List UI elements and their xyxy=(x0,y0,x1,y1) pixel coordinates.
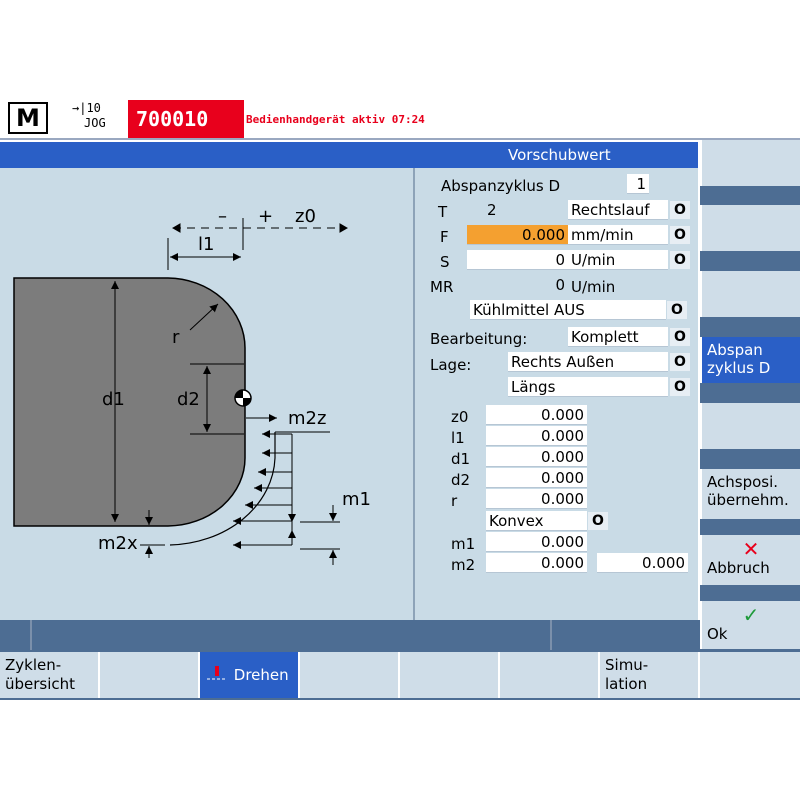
speed-unit-toggle[interactable]: O xyxy=(670,251,690,269)
f-label: F xyxy=(440,228,449,246)
coolant-field[interactable]: Kühlmittel AUS xyxy=(470,300,666,320)
machining-toggle[interactable]: O xyxy=(670,328,690,346)
mr-label: MR xyxy=(430,278,454,296)
mr-unit: U/min xyxy=(571,278,616,296)
spindle-direction-toggle[interactable]: O xyxy=(670,201,690,219)
status-message: Bedienhandgerät aktiv 07:24 xyxy=(246,113,425,126)
label-minus: – xyxy=(218,206,227,227)
feed-value-field[interactable]: 0.000 xyxy=(467,225,568,245)
vsk-3[interactable] xyxy=(700,271,800,317)
label-l1: l1 xyxy=(198,234,214,255)
cycle-number-field[interactable]: 1 xyxy=(627,174,649,194)
feed-unit-field[interactable]: mm/min xyxy=(568,225,668,245)
turning-contour-graphic: – + z0 l1 r d1 d2 m2z m1 m2x xyxy=(13,206,371,565)
shape-toggle[interactable]: O xyxy=(588,512,608,530)
s-label: S xyxy=(440,253,450,271)
label-m2x: m2x xyxy=(98,533,138,554)
m2-secondary-field[interactable]: 0.000 xyxy=(597,553,688,573)
simulation-softkey[interactable]: Simu- lation xyxy=(600,652,700,698)
mode-jog: JOG xyxy=(84,116,106,130)
m1-label: m1 xyxy=(451,535,476,553)
label-d2: d2 xyxy=(177,389,200,410)
turning-tool-icon xyxy=(205,664,229,688)
machine-logo: M xyxy=(8,102,48,134)
machining-field[interactable]: Komplett xyxy=(568,327,668,347)
hsk-4[interactable] xyxy=(300,652,400,698)
operating-mode: →|10 JOG xyxy=(72,101,106,131)
hsk-5[interactable] xyxy=(400,652,500,698)
header-divider xyxy=(0,138,800,140)
speed-unit-field[interactable]: U/min xyxy=(568,250,668,270)
m2-label: m2 xyxy=(451,556,476,574)
param-label-z0: z0 xyxy=(451,408,469,426)
position-field[interactable]: Rechts Außen xyxy=(508,352,668,372)
spindle-direction-field[interactable]: Rechtslauf xyxy=(568,200,668,220)
status-divider xyxy=(550,620,552,650)
param-label-l1: l1 xyxy=(451,429,465,447)
coolant-toggle[interactable]: O xyxy=(667,301,687,319)
param-field-r[interactable]: 0.000 xyxy=(486,489,587,509)
label-z0: z0 xyxy=(295,206,316,227)
reference-point-icon xyxy=(234,389,252,407)
abbruch-label: Abbruch xyxy=(707,559,770,577)
m2-field[interactable]: 0.000 xyxy=(486,553,587,573)
t-label: T xyxy=(438,203,448,221)
ok-label: Ok xyxy=(707,625,728,643)
status-bar xyxy=(0,620,700,650)
drehen-label: Drehen xyxy=(233,666,289,684)
label-m1: m1 xyxy=(342,489,371,510)
shape-field[interactable]: Konvex xyxy=(486,511,587,531)
param-field-z0[interactable]: 0.000 xyxy=(486,405,587,425)
infeed-arrows xyxy=(233,430,330,549)
m1-field[interactable]: 0.000 xyxy=(486,532,587,552)
dialog-title-bar: Vorschubwert xyxy=(0,142,698,168)
feed-unit-toggle[interactable]: O xyxy=(670,226,690,244)
speed-value-field[interactable]: 0 xyxy=(467,250,568,270)
direction-toggle[interactable]: O xyxy=(670,378,690,396)
position-label: Lage: xyxy=(430,356,472,374)
ok-softkey[interactable]: ✓ Ok xyxy=(700,601,800,649)
workpiece-shape xyxy=(13,277,246,527)
mr-value: 0 xyxy=(555,276,565,294)
vsk-1[interactable] xyxy=(700,140,800,186)
drehen-softkey[interactable]: Drehen xyxy=(200,652,300,698)
dialog-title: Vorschubwert xyxy=(508,146,611,164)
param-field-d2[interactable]: 0.000 xyxy=(486,468,587,488)
vsk-5[interactable] xyxy=(700,403,800,449)
label-r: r xyxy=(172,327,180,348)
position-toggle[interactable]: O xyxy=(670,353,690,371)
vsk-2[interactable] xyxy=(700,205,800,251)
label-plus: + xyxy=(258,206,273,227)
abbruch-softkey[interactable]: ✕ Abbruch xyxy=(700,535,800,585)
program-number: 700010 xyxy=(128,100,244,138)
param-field-l1[interactable]: 0.000 xyxy=(486,426,587,446)
param-field-d1[interactable]: 0.000 xyxy=(486,447,587,467)
achsposi-softkey[interactable]: Achsposi. übernehm. xyxy=(700,469,800,519)
param-label-d1: d1 xyxy=(451,450,471,468)
hsk-2[interactable] xyxy=(100,652,200,698)
hsk-6[interactable] xyxy=(500,652,600,698)
abspan-zyklus-softkey[interactable]: Abspan zyklus D xyxy=(700,337,800,383)
mode-increment: →|10 xyxy=(72,101,101,115)
label-m2z: m2z xyxy=(288,408,326,429)
param-label-r: r xyxy=(451,492,458,510)
checkmark-icon: ✓ xyxy=(742,603,760,627)
cycle-label: Abspanzyklus D xyxy=(441,177,561,195)
status-divider xyxy=(30,620,32,650)
cycle-graphic-panel: – + z0 l1 r d1 d2 m2z m1 m2x xyxy=(0,168,414,620)
hsk-8[interactable] xyxy=(700,652,800,698)
close-icon: ✕ xyxy=(742,537,760,561)
t-value: 2 xyxy=(487,201,497,219)
param-label-d2: d2 xyxy=(451,471,471,489)
zyklen-uebersicht-softkey[interactable]: Zyklen- übersicht xyxy=(0,652,100,698)
machining-label: Bearbeitung: xyxy=(430,330,528,348)
label-d1: d1 xyxy=(102,389,125,410)
direction-field[interactable]: Längs xyxy=(508,377,668,397)
